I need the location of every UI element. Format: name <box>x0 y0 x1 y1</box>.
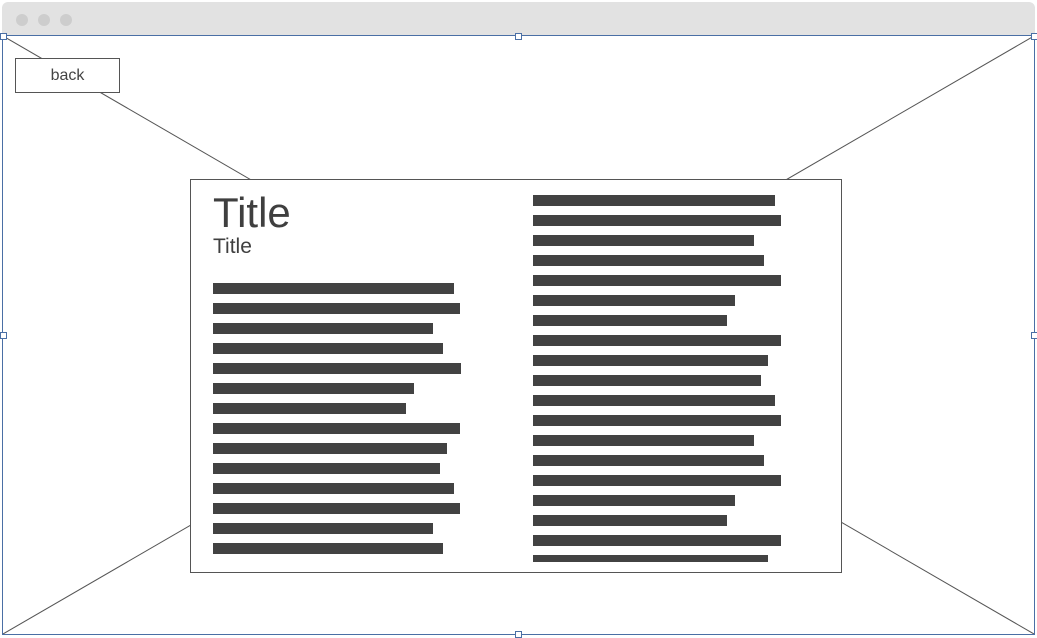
minimize-window-icon[interactable] <box>38 14 50 26</box>
text-line-placeholder <box>533 375 761 386</box>
window-titlebar <box>2 2 1035 35</box>
text-line-placeholder <box>533 315 727 326</box>
text-line-placeholder <box>533 395 775 406</box>
page-title: Title <box>213 189 291 236</box>
text-line-placeholder <box>533 535 781 546</box>
text-line-placeholder <box>213 523 433 534</box>
text-line-placeholder <box>533 215 781 226</box>
text-line-placeholder <box>213 403 406 414</box>
text-line-placeholder <box>533 415 781 426</box>
text-line-placeholder <box>533 255 764 266</box>
text-line-placeholder <box>213 343 443 354</box>
text-line-placeholder <box>213 303 460 314</box>
content-panel: Title Title <box>190 179 842 573</box>
text-line-placeholder <box>213 283 454 294</box>
text-line-placeholder <box>213 323 433 334</box>
text-line-placeholder <box>533 195 775 206</box>
text-line-placeholder <box>213 463 440 474</box>
text-line-placeholder <box>213 383 414 394</box>
text-line-placeholder <box>533 555 768 562</box>
text-line-placeholder <box>213 443 447 454</box>
text-line-placeholder <box>533 475 781 486</box>
text-line-placeholder <box>533 235 754 246</box>
text-line-placeholder <box>213 543 443 554</box>
text-line-placeholder <box>213 503 460 514</box>
text-line-placeholder <box>213 483 454 494</box>
text-line-placeholder <box>533 435 754 446</box>
back-button[interactable]: back <box>15 58 120 93</box>
text-line-placeholder <box>533 355 768 366</box>
page-subtitle: Title <box>213 235 252 258</box>
resize-handle-top[interactable] <box>515 33 522 40</box>
text-line-placeholder <box>533 455 764 466</box>
close-window-icon[interactable] <box>16 14 28 26</box>
text-line-placeholder <box>213 363 461 374</box>
resize-handle-top-left[interactable] <box>0 33 7 40</box>
text-line-placeholder <box>533 275 781 286</box>
browser-window: back Title Title <box>0 0 1037 638</box>
resize-handle-right[interactable] <box>1031 332 1037 339</box>
resize-handle-left[interactable] <box>0 332 7 339</box>
text-line-placeholder <box>533 515 727 526</box>
text-line-placeholder <box>533 295 735 306</box>
zoom-window-icon[interactable] <box>60 14 72 26</box>
text-line-placeholder <box>533 495 735 506</box>
resize-handle-top-right[interactable] <box>1031 33 1037 40</box>
text-line-placeholder <box>533 335 781 346</box>
text-line-placeholder <box>213 423 460 434</box>
